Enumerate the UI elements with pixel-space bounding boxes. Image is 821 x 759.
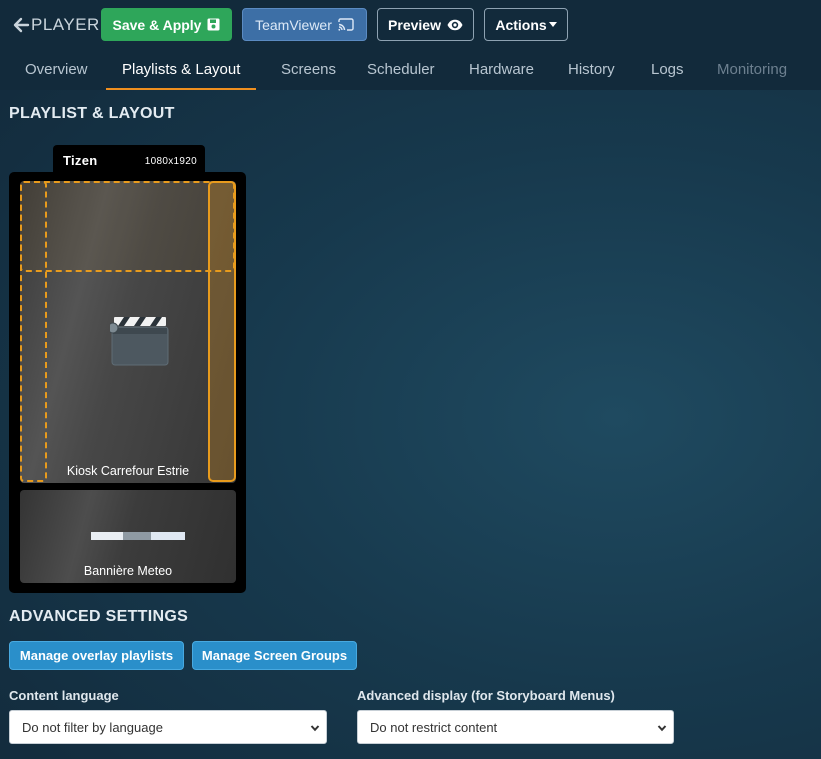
tab-hardware[interactable]: Hardware bbox=[469, 52, 534, 88]
tab-monitoring: Monitoring bbox=[717, 61, 788, 78]
back-label: PLAYER bbox=[31, 15, 100, 34]
caret-down-icon bbox=[548, 22, 557, 27]
advanced-display-label: Advanced display (for Storyboard Menus) bbox=[357, 688, 615, 703]
content-language-label: Content language bbox=[9, 688, 119, 703]
advanced-display-select[interactable]: Do not restrict content bbox=[357, 710, 674, 744]
eye-icon bbox=[447, 19, 463, 31]
weather-banner-thumbnail bbox=[91, 532, 185, 540]
advanced-settings-heading: ADVANCED SETTINGS bbox=[9, 608, 189, 625]
tab-scheduler[interactable]: Scheduler bbox=[367, 52, 435, 88]
tab-history[interactable]: History bbox=[568, 52, 615, 88]
top-bar: PLAYER Save & Apply TeamViewer Preview A… bbox=[0, 0, 821, 90]
manage-overlay-playlists-button[interactable]: Manage overlay playlists bbox=[9, 641, 184, 670]
overlay-zone-top[interactable] bbox=[20, 181, 235, 272]
overlay-zone-left[interactable] bbox=[20, 181, 47, 482]
device-resolution: 1080x1920 bbox=[144, 156, 197, 167]
device-header: Tizen 1080x1920 bbox=[53, 145, 205, 175]
content-language-value: Do not filter by language bbox=[22, 719, 163, 735]
tab-playlists-layout[interactable]: Playlists & Layout bbox=[106, 52, 257, 90]
zone-banner[interactable]: Bannière Meteo bbox=[20, 490, 236, 583]
tab-screens[interactable]: Screens bbox=[281, 52, 336, 88]
playlist-layout-heading: PLAYLIST & LAYOUT bbox=[9, 105, 175, 122]
teamviewer-button[interactable]: TeamViewer bbox=[242, 8, 367, 41]
device-name: Tizen bbox=[63, 153, 98, 168]
tab-logs[interactable]: Logs bbox=[651, 52, 684, 88]
clapperboard-icon bbox=[107, 315, 170, 367]
cast-icon bbox=[338, 18, 354, 31]
save-apply-button[interactable]: Save & Apply bbox=[101, 8, 232, 41]
teamviewer-label: TeamViewer bbox=[255, 16, 332, 33]
content-language-select[interactable]: Do not filter by language bbox=[9, 710, 327, 744]
preview-button[interactable]: Preview bbox=[377, 8, 474, 41]
zone-banner-label: Bannière Meteo bbox=[83, 564, 173, 578]
overlay-zone-right[interactable] bbox=[208, 181, 236, 482]
actions-label: Actions bbox=[495, 16, 547, 33]
back-to-player-link[interactable]: PLAYER bbox=[12, 10, 100, 40]
floppy-disk-icon bbox=[207, 18, 220, 31]
actions-dropdown-button[interactable]: Actions bbox=[484, 8, 568, 41]
zone-main-label: Kiosk Carrefour Estrie bbox=[66, 464, 190, 478]
manage-screen-groups-button[interactable]: Manage Screen Groups bbox=[192, 641, 357, 670]
advanced-display-value: Do not restrict content bbox=[370, 719, 498, 735]
preview-label: Preview bbox=[388, 16, 441, 33]
save-apply-label: Save & Apply bbox=[112, 16, 202, 33]
arrow-left-icon bbox=[12, 16, 30, 34]
tab-overview[interactable]: Overview bbox=[25, 52, 88, 88]
